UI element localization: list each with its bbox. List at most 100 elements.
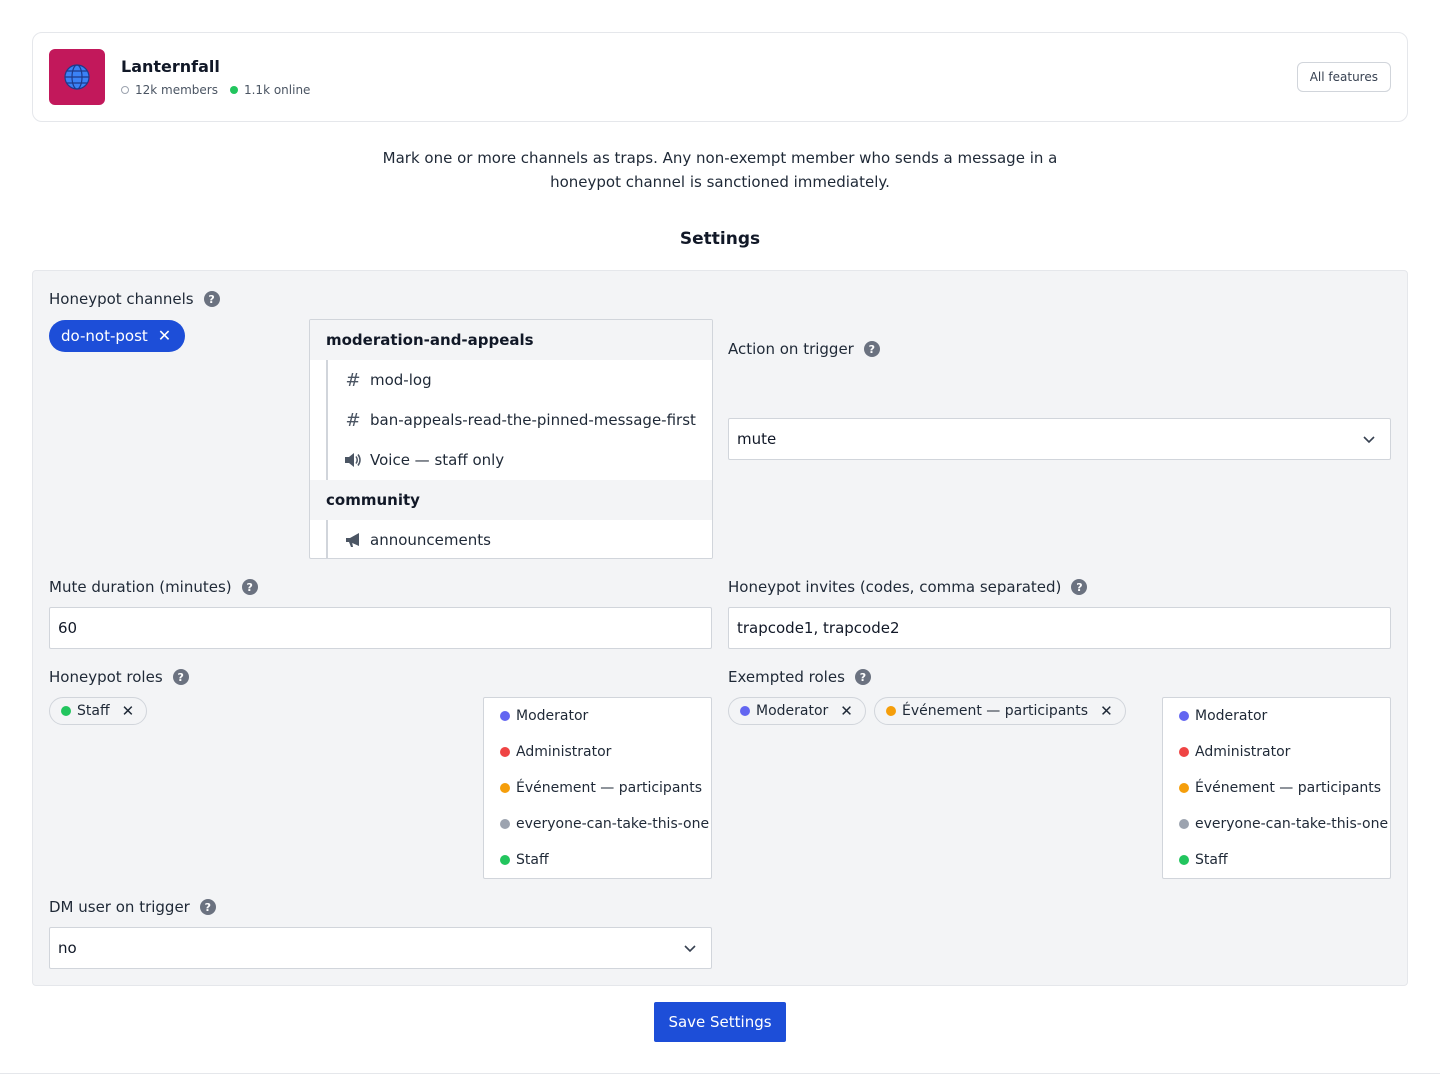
- help-icon[interactable]: ?: [241, 579, 258, 595]
- role-color-dot: [500, 747, 510, 757]
- speaker-icon: [344, 452, 362, 468]
- role-option-name: everyone-can-take-this-one: [516, 816, 710, 832]
- role-chip-name: Événement — participants: [902, 703, 1089, 719]
- role-color-dot: [61, 706, 71, 716]
- role-option[interactable]: Événement — participants: [1163, 770, 1390, 806]
- role-option-name: Événement — participants: [1195, 780, 1382, 796]
- exempted-roles-label: Exempted roles ?: [728, 668, 871, 686]
- feature-description: Mark one or more channels as traps. Any …: [382, 149, 1058, 191]
- role-option[interactable]: Moderator: [484, 698, 711, 734]
- server-card: Lanternfall 12k members 1.1k online All …: [32, 32, 1408, 122]
- channel-name: Voice — staff only: [370, 451, 505, 469]
- role-option-name: Moderator: [1195, 708, 1268, 724]
- role-color-dot: [1179, 855, 1189, 865]
- role-option-name: Événement — participants: [516, 780, 703, 796]
- channel-option[interactable]: Voice — staff only: [326, 440, 712, 480]
- channel-name: announcements: [370, 531, 491, 549]
- server-stats: 12k members 1.1k online: [121, 83, 322, 97]
- members-dot-icon: [121, 86, 129, 94]
- all-features-button[interactable]: All features: [1296, 62, 1391, 92]
- role-option-name: Moderator: [516, 708, 589, 724]
- online-dot-icon: [229, 86, 238, 94]
- action-on-trigger-label-text: Action on trigger: [728, 340, 854, 358]
- footer-divider: [0, 1073, 1440, 1074]
- help-icon[interactable]: ?: [199, 899, 216, 915]
- role-option[interactable]: Staff: [1163, 842, 1390, 878]
- dm-user-select[interactable]: no: [49, 927, 712, 969]
- dm-user-select-value: no: [58, 939, 77, 957]
- mute-duration-input[interactable]: 60: [49, 607, 712, 649]
- honeypot-roles-dropdown: Moderator Administrator Événement — part…: [483, 697, 712, 879]
- action-on-trigger-label: Action on trigger ?: [728, 340, 880, 358]
- role-option[interactable]: everyone-can-take-this-one: [1163, 806, 1390, 842]
- channel-name: mod-log: [370, 371, 432, 389]
- mute-duration-label-text: Mute duration (minutes): [49, 578, 232, 596]
- honeypot-channels-label-text: Honeypot channels: [49, 290, 194, 308]
- online-count-text: 1.1k online: [243, 83, 311, 97]
- action-select-value: mute: [737, 430, 777, 448]
- role-option-name: Staff: [1195, 852, 1228, 868]
- role-color-dot: [1179, 819, 1189, 829]
- role-color-dot: [1179, 711, 1189, 721]
- channel-option[interactable]: # mod-log: [326, 360, 712, 400]
- role-chip-name: Moderator: [756, 703, 829, 719]
- remove-chip-icon[interactable]: ✕: [122, 702, 135, 720]
- role-option-name: everyone-can-take-this-one: [1195, 816, 1389, 832]
- globe-icon: [64, 64, 90, 90]
- role-option[interactable]: Administrator: [1163, 734, 1390, 770]
- help-icon[interactable]: ?: [854, 669, 871, 685]
- channel-option[interactable]: # ban-appeals-read-the-pinned-message-fi…: [326, 400, 712, 440]
- member-count-text: 12k members: [135, 83, 218, 97]
- role-color-dot: [500, 711, 510, 721]
- honeypot-roles-label-text: Honeypot roles: [49, 668, 163, 686]
- hash-icon: #: [345, 409, 361, 431]
- category-header: community: [310, 480, 712, 520]
- role-color-dot: [1179, 783, 1189, 793]
- dm-user-label: DM user on trigger ?: [49, 898, 216, 916]
- category-header: moderation-and-appeals: [310, 320, 712, 360]
- role-option[interactable]: Événement — participants: [484, 770, 711, 806]
- save-settings-button[interactable]: Save Settings: [654, 1002, 786, 1042]
- exempted-roles-label-text: Exempted roles: [728, 668, 845, 686]
- role-color-dot: [500, 819, 510, 829]
- help-icon[interactable]: ?: [863, 341, 880, 357]
- honeypot-roles-label: Honeypot roles ?: [49, 668, 189, 686]
- honeypot-invites-label: Honeypot invites (codes, comma separated…: [728, 578, 1088, 596]
- exempted-roles-dropdown: Moderator Administrator Événement — part…: [1162, 697, 1391, 879]
- role-option[interactable]: Moderator: [1163, 698, 1390, 734]
- role-option[interactable]: everyone-can-take-this-one: [484, 806, 711, 842]
- honeypot-invites-label-text: Honeypot invites (codes, comma separated…: [728, 578, 1062, 596]
- settings-heading: Settings: [679, 229, 761, 249]
- online-count: 1.1k online: [229, 83, 311, 97]
- server-name: Lanternfall: [121, 57, 220, 76]
- dm-user-label-text: DM user on trigger: [49, 898, 190, 916]
- role-color-dot: [886, 706, 896, 716]
- role-chip: Moderator ✕: [728, 697, 866, 725]
- role-option-name: Staff: [516, 852, 549, 868]
- chevron-down-icon: [684, 945, 696, 953]
- remove-chip-icon[interactable]: ✕: [158, 328, 171, 344]
- role-chip: Staff ✕: [49, 697, 148, 725]
- hash-icon: #: [345, 369, 361, 391]
- channel-option[interactable]: announcements: [326, 520, 712, 558]
- role-color-dot: [740, 706, 750, 716]
- channel-name: ban-appeals-read-the-pinned-message-firs…: [370, 411, 696, 429]
- honeypot-invites-input[interactable]: trapcode1, trapcode2: [728, 607, 1391, 649]
- remove-chip-icon[interactable]: ✕: [1100, 702, 1113, 720]
- honeypot-channels-label: Honeypot channels ?: [49, 290, 220, 308]
- mute-duration-label: Mute duration (minutes) ?: [49, 578, 258, 596]
- action-select[interactable]: mute: [728, 418, 1391, 460]
- selected-channel-name: do-not-post: [61, 327, 148, 345]
- role-chip: Événement — participants ✕: [874, 697, 1126, 725]
- role-option[interactable]: Administrator: [484, 734, 711, 770]
- role-option[interactable]: Staff: [484, 842, 711, 878]
- role-color-dot: [1179, 747, 1189, 757]
- settings-panel: Honeypot channels ? do-not-post ✕ modera…: [32, 270, 1408, 986]
- server-avatar: [49, 49, 105, 105]
- help-icon[interactable]: ?: [1071, 579, 1088, 595]
- help-icon[interactable]: ?: [172, 669, 189, 685]
- selected-channel-chip: do-not-post ✕: [49, 320, 186, 352]
- channel-dropdown: moderation-and-appeals # mod-log # ban-a…: [309, 319, 713, 559]
- help-icon[interactable]: ?: [203, 291, 220, 307]
- remove-chip-icon[interactable]: ✕: [840, 702, 853, 720]
